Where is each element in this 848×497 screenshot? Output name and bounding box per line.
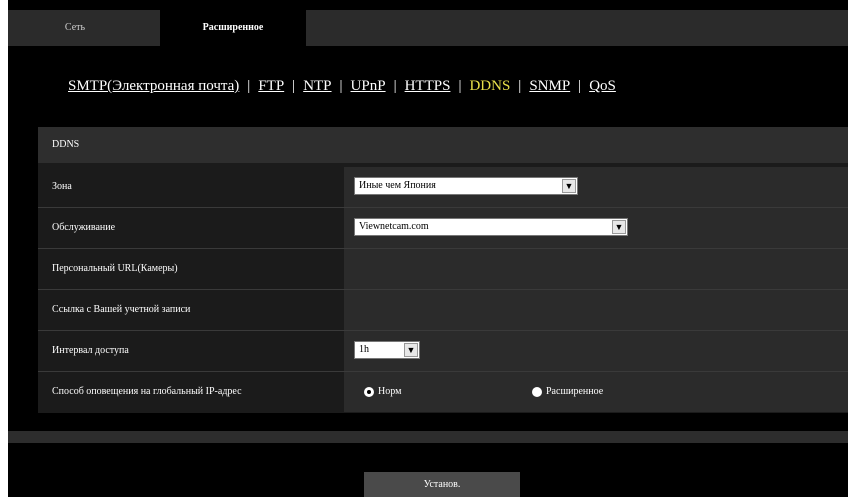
chevron-down-icon[interactable]: ▼	[612, 220, 626, 234]
radio-advanced[interactable]: Расширенное	[532, 384, 603, 400]
tab-bar: Сеть Расширенное	[8, 10, 848, 46]
radio-selected-icon[interactable]	[364, 386, 374, 397]
subnav-qos-link[interactable]: QoS	[589, 78, 616, 94]
subnav-separator: |	[292, 78, 296, 94]
service-value-cell: Viewnetcam.com ▼	[344, 208, 848, 248]
subnav-separator: |	[458, 78, 462, 94]
chevron-down-icon[interactable]: ▼	[404, 343, 418, 357]
notification-method-label: Способ оповещения на глобальный IP-адрес	[52, 386, 242, 397]
subnav-separator: |	[578, 78, 582, 94]
zone-label: Зона	[52, 181, 72, 192]
subnav-upnp-link[interactable]: UPnP	[351, 78, 386, 94]
notification-method-row: Способ оповещения на глобальный IP-адрес…	[38, 372, 848, 412]
personal-url-value-cell	[344, 249, 848, 289]
tab-advanced[interactable]: Расширенное	[160, 10, 306, 46]
subnav-ntp-link[interactable]: NTP	[303, 78, 331, 94]
access-interval-label: Интервал доступа	[52, 345, 129, 356]
zone-select[interactable]: Иные чем Япония ▼	[354, 177, 578, 195]
subnav-ddns-link[interactable]: DDNS	[469, 78, 510, 94]
set-button[interactable]: Установ.	[364, 472, 520, 497]
service-row: Обслуживание Viewnetcam.com ▼	[38, 208, 848, 248]
service-label: Обслуживание	[52, 222, 116, 233]
subnav-smtp-link[interactable]: SMTP(Электронная почта)	[68, 78, 239, 94]
subnav-separator: |	[393, 78, 397, 94]
subnav-snmp-link[interactable]: SNMP	[529, 78, 570, 94]
radio-normal-label: Норм	[378, 386, 402, 397]
sub-navigation: SMTP(Электронная почта) | FTP | NTP | UPnP | HTT…	[68, 78, 616, 100]
access-interval-select[interactable]: 1h ▼	[354, 341, 420, 359]
ddns-panel: DDNS Зона Иные чем Япония ▼ Обслуживание…	[38, 127, 848, 413]
zone-value-cell: Иные чем Япония ▼	[344, 167, 848, 207]
panel-title: DDNS	[38, 127, 848, 163]
account-link-row: Ссылка с Вашей учетной записи	[38, 290, 848, 330]
access-interval-row: Интервал доступа 1h ▼	[38, 331, 848, 371]
subnav-ftp-link[interactable]: FTP	[258, 78, 284, 94]
radio-normal[interactable]: Норм	[364, 384, 401, 400]
service-select[interactable]: Viewnetcam.com ▼	[354, 218, 628, 236]
service-select-value: Viewnetcam.com	[359, 221, 429, 232]
account-link-value-cell	[344, 290, 848, 330]
subnav-separator: |	[339, 78, 343, 94]
notification-method-value-cell: Норм Расширенное	[344, 372, 848, 412]
radio-advanced-label: Расширенное	[546, 386, 604, 397]
radio-icon[interactable]	[532, 386, 542, 397]
subnav-https-link[interactable]: HTTPS	[405, 78, 451, 94]
tab-network[interactable]: Сеть	[30, 10, 120, 46]
zone-row: Зона Иные чем Япония ▼	[38, 167, 848, 207]
access-interval-value-cell: 1h ▼	[344, 331, 848, 371]
bottom-separator	[8, 431, 848, 443]
chevron-down-icon[interactable]: ▼	[562, 179, 576, 193]
personal-url-label: Персональный URL(Камеры)	[52, 263, 178, 274]
zone-select-value: Иные чем Япония	[359, 180, 436, 191]
access-interval-select-value: 1h	[359, 344, 369, 355]
screen: Сеть Расширенное SMTP(Электронная почта)…	[8, 0, 848, 497]
subnav-separator: |	[518, 78, 522, 94]
personal-url-row: Персональный URL(Камеры)	[38, 249, 848, 289]
account-link-label[interactable]: Ссылка с Вашей учетной записи	[52, 290, 190, 330]
subnav-separator: |	[247, 78, 251, 94]
